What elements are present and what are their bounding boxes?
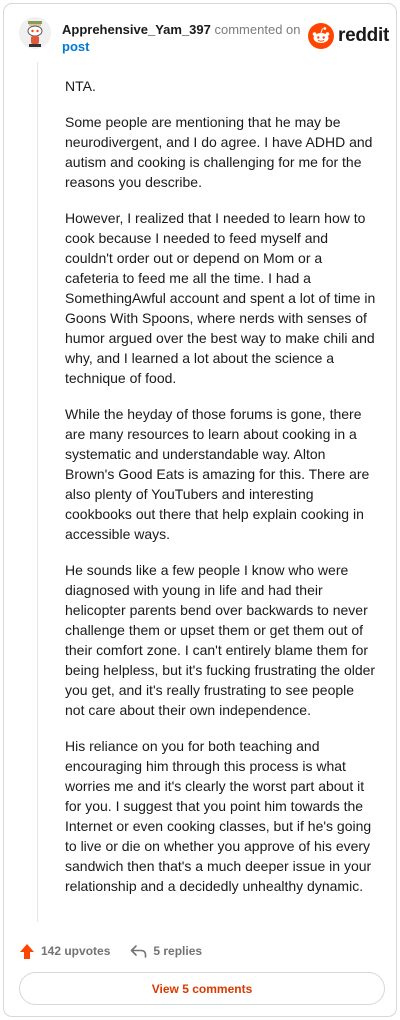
username[interactable]: Apprehensive_Yam_397 bbox=[62, 22, 211, 37]
comment-paragraph: Some people are mentioning that he may b… bbox=[65, 114, 373, 190]
post-link[interactable]: post bbox=[62, 38, 302, 55]
comment-meta: Apprehensive_Yam_397 commented on post bbox=[62, 21, 302, 55]
comment-actions: 142 upvotes 5 replies bbox=[19, 940, 202, 962]
reply-arrow-icon bbox=[131, 945, 147, 958]
upvote-arrow-icon bbox=[20, 943, 34, 959]
comment-paragraph: He sounds like a few people I know who w… bbox=[65, 562, 376, 718]
comment-paragraph: However, I realized that I needed to lea… bbox=[65, 210, 376, 386]
thread-line[interactable] bbox=[37, 62, 38, 922]
replies-button[interactable]: 5 replies bbox=[130, 944, 202, 958]
reddit-snoo-icon bbox=[308, 23, 335, 49]
user-avatar[interactable] bbox=[19, 17, 51, 49]
upvote-count: 142 upvotes bbox=[41, 944, 111, 958]
reddit-logo[interactable]: reddit bbox=[308, 23, 389, 49]
reddit-wordmark: reddit bbox=[338, 25, 389, 46]
comment-paragraph: His reliance on you for both teaching an… bbox=[65, 738, 372, 894]
commented-on-label: commented on bbox=[214, 22, 301, 37]
comment-header: Apprehensive_Yam_397 commented on post r… bbox=[19, 17, 389, 57]
snoo-avatar-icon bbox=[19, 17, 51, 49]
upvote-button[interactable]: 142 upvotes bbox=[19, 943, 110, 960]
comment-body: NTA. Some people are mentioning that he … bbox=[65, 76, 377, 912]
view-comments-button[interactable]: View 5 comments bbox=[19, 972, 385, 1005]
comment-paragraph: NTA. bbox=[65, 78, 96, 94]
replies-count: 5 replies bbox=[153, 944, 203, 958]
comment-paragraph: While the heyday of those forums is gone… bbox=[65, 406, 370, 542]
comment-card: Apprehensive_Yam_397 commented on post r… bbox=[3, 3, 397, 1017]
